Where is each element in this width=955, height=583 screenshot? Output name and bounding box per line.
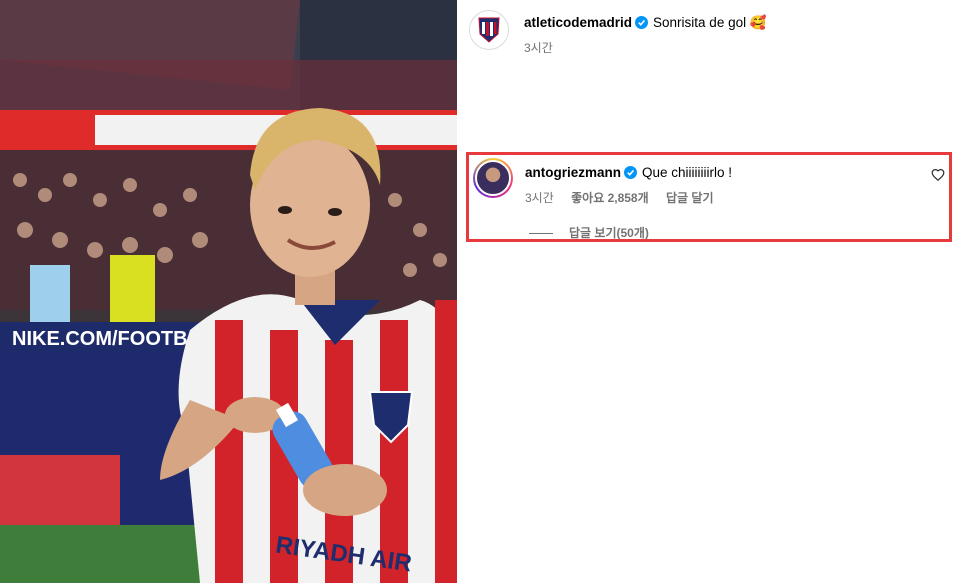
comment-text: Que chiiiiiiiirlo !: [642, 165, 733, 180]
atletico-crest-icon: [478, 17, 500, 43]
club-avatar[interactable]: [469, 10, 509, 50]
verified-badge-icon: [624, 166, 638, 179]
photo-illustration: NIKE.COM/FOOTBALL RIYADH AIR: [0, 0, 457, 583]
post-username[interactable]: atleticodemadrid: [524, 15, 632, 30]
commenter-avatar[interactable]: [473, 158, 513, 198]
view-replies-button[interactable]: 답글 보기(50개): [529, 224, 649, 241]
caption-line: atleticodemadrid Sonrisita de gol 🥰: [524, 15, 767, 31]
commenter-avatar-image: [475, 160, 511, 196]
like-heart-icon[interactable]: [931, 168, 945, 182]
comment-likes-count[interactable]: 좋아요 2,858개: [571, 191, 649, 205]
replies-divider: [529, 233, 553, 235]
verified-badge-icon: [635, 16, 649, 29]
reply-button[interactable]: 답글 달기: [666, 191, 714, 205]
comment-meta: 3시간 좋아요 2,858개 답글 달기: [525, 189, 727, 206]
caption-text: Sonrisita de gol 🥰: [653, 15, 767, 30]
post-caption: atleticodemadrid Sonrisita de gol 🥰 3시간: [469, 8, 949, 58]
comment-username[interactable]: antogriezmann: [525, 165, 621, 180]
view-replies-label: 답글 보기(50개): [569, 226, 649, 240]
post-photo[interactable]: NIKE.COM/FOOTBALL RIYADH AIR: [0, 0, 457, 583]
highlighted-comment: antogriezmann Que chiiiiiiiirlo ! 3시간 좋아요…: [466, 152, 952, 242]
comment-line: antogriezmann Que chiiiiiiiirlo !: [525, 165, 732, 180]
post-details-panel: atleticodemadrid Sonrisita de gol 🥰 3시간 a…: [457, 0, 955, 583]
comment-timestamp[interactable]: 3시간: [525, 191, 554, 205]
post-timestamp[interactable]: 3시간: [524, 39, 553, 56]
